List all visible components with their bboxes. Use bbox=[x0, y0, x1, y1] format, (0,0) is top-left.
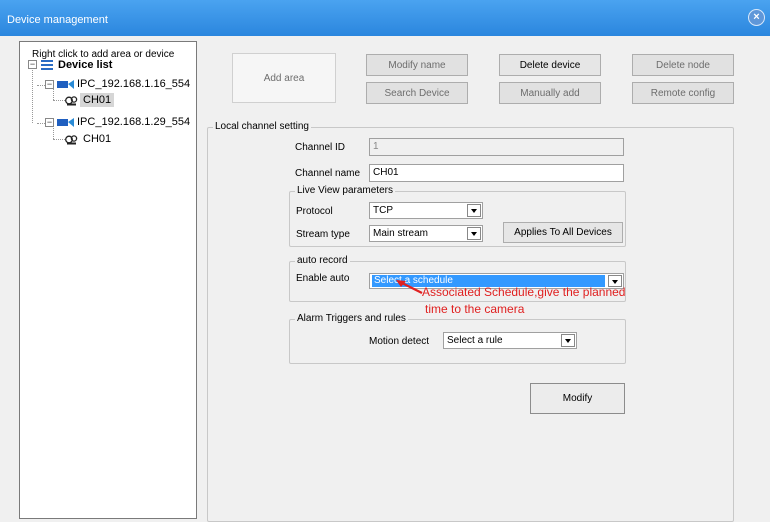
collapse-icon[interactable]: − bbox=[28, 60, 37, 69]
stream-type-label: Stream type bbox=[296, 229, 350, 240]
device-tree-panel: Right click to add area or device − Devi… bbox=[19, 41, 197, 519]
add-area-button[interactable]: Add area bbox=[232, 53, 336, 103]
channel-icon bbox=[65, 96, 78, 106]
delete-node-button[interactable]: Delete node bbox=[632, 54, 734, 76]
live-view-legend: Live View parameters bbox=[295, 185, 395, 197]
protocol-label: Protocol bbox=[296, 206, 333, 217]
tree-root[interactable]: − Device list bbox=[20, 58, 190, 72]
tree-device-label: IPC_192.168.1.29_554 bbox=[77, 116, 191, 128]
camera-icon bbox=[57, 118, 75, 127]
stream-type-select[interactable]: Main stream bbox=[369, 225, 483, 242]
camera-icon bbox=[57, 80, 75, 89]
auto-record-legend: auto record bbox=[295, 255, 350, 267]
list-icon bbox=[41, 60, 53, 70]
search-device-button[interactable]: Search Device bbox=[366, 82, 468, 104]
modify-name-button[interactable]: Modify name bbox=[366, 54, 468, 76]
tree-root-label: Device list bbox=[58, 59, 113, 71]
annotation-line-2: time to the camera bbox=[425, 302, 525, 316]
protocol-value: TCP bbox=[373, 205, 393, 216]
tree-channel-1[interactable]: CH01 bbox=[20, 93, 190, 107]
annotation-arrow-icon bbox=[396, 280, 423, 294]
chevron-down-icon[interactable] bbox=[561, 334, 575, 347]
tree-channel-label: CH01 bbox=[83, 133, 112, 145]
tree-device-label: IPC_192.168.1.16_554 bbox=[77, 78, 191, 90]
stream-type-value: Main stream bbox=[373, 228, 429, 239]
motion-detect-label: Motion detect bbox=[369, 336, 430, 347]
tree-device-1[interactable]: − IPC_192.168.1.16_554 bbox=[20, 77, 190, 91]
delete-device-button[interactable]: Delete device bbox=[499, 54, 601, 76]
annotation-line-1: Associated Schedule,give the planned bbox=[422, 285, 626, 299]
title-bar: Device management × bbox=[0, 0, 770, 36]
local-channel-legend: Local channel setting bbox=[213, 121, 311, 133]
rule-value: Select a rule bbox=[447, 335, 503, 346]
close-button[interactable]: × bbox=[748, 9, 765, 26]
protocol-select[interactable]: TCP bbox=[369, 202, 483, 219]
tree-channel-label: CH01 bbox=[80, 93, 115, 107]
close-icon: × bbox=[753, 11, 760, 23]
window-content: Right click to add area or device − Devi… bbox=[0, 36, 770, 522]
alarm-legend: Alarm Triggers and rules bbox=[295, 313, 408, 325]
enable-auto-label: Enable auto bbox=[296, 273, 350, 284]
collapse-icon[interactable]: − bbox=[45, 118, 54, 127]
apply-all-devices-button[interactable]: Applies To All Devices bbox=[503, 222, 623, 243]
chevron-down-icon[interactable] bbox=[467, 204, 481, 217]
channel-name-label: Channel name bbox=[295, 168, 361, 179]
channel-id-field: 1 bbox=[369, 138, 624, 156]
tree-device-2[interactable]: − IPC_192.168.1.29_554 bbox=[20, 115, 190, 129]
channel-name-field[interactable]: CH01 bbox=[369, 164, 624, 182]
window-title: Device management bbox=[7, 14, 108, 26]
channel-id-label: Channel ID bbox=[295, 142, 346, 153]
manually-add-button[interactable]: Manually add bbox=[499, 82, 601, 104]
channel-icon bbox=[65, 135, 78, 145]
modify-button[interactable]: Modify bbox=[530, 383, 625, 414]
rule-select[interactable]: Select a rule bbox=[443, 332, 577, 349]
tree-channel-2[interactable]: CH01 bbox=[20, 132, 190, 146]
remote-config-button[interactable]: Remote config bbox=[632, 82, 734, 104]
collapse-icon[interactable]: − bbox=[45, 80, 54, 89]
chevron-down-icon[interactable] bbox=[467, 227, 481, 240]
